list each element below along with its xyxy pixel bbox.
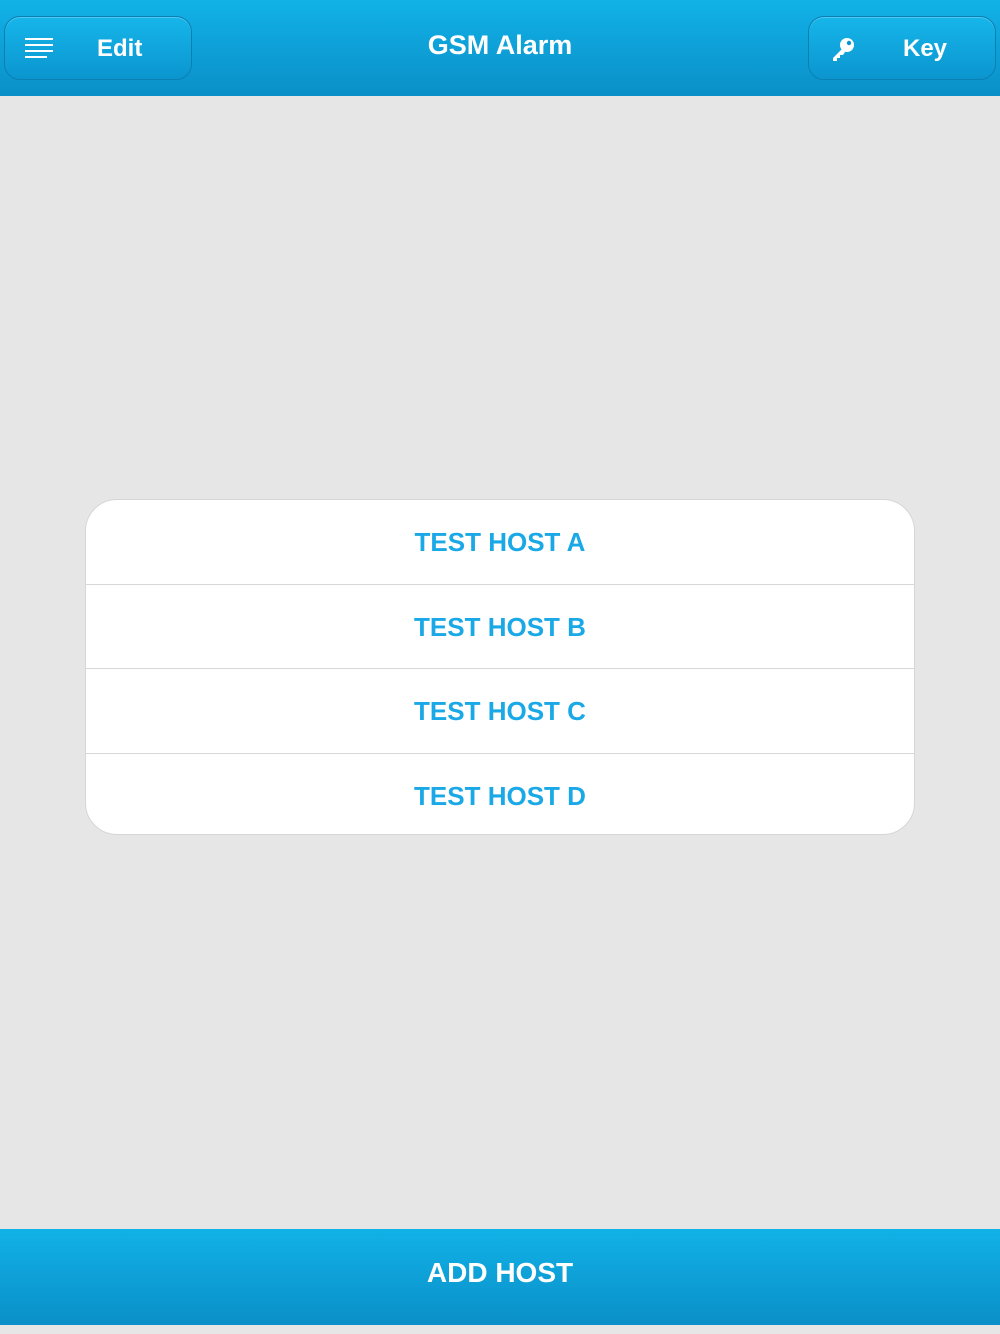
host-item[interactable]: TEST HOST B [86, 585, 914, 669]
edit-label: Edit [97, 35, 143, 62]
navigation-bar: Edit GSM Alarm Key [0, 0, 1000, 96]
key-icon [833, 38, 854, 61]
host-list: TEST HOST A TEST HOST B TEST HOST C TEST… [85, 499, 915, 835]
host-item[interactable]: TEST HOST A [86, 500, 914, 585]
host-item[interactable]: TEST HOST D [86, 754, 914, 835]
edit-button[interactable]: Edit [4, 16, 192, 80]
key-label: Key [903, 35, 948, 62]
page-title: GSM Alarm [427, 30, 573, 60]
menu-icon [25, 38, 53, 60]
key-button[interactable]: Key [808, 16, 996, 80]
add-host-button[interactable]: ADD HOST [0, 1229, 1000, 1325]
host-item[interactable]: TEST HOST C [86, 669, 914, 754]
